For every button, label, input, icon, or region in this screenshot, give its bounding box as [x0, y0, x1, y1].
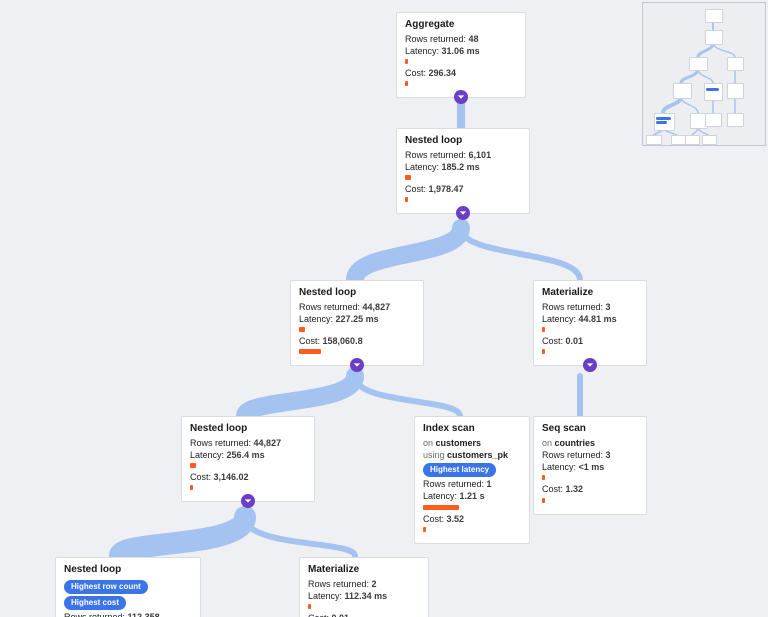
minimap-node: [705, 30, 723, 45]
cost-line: Cost: 1,978.47: [405, 184, 521, 195]
rows-line: Rows returned: 48: [405, 34, 517, 45]
latency-line: Latency: <1 ms: [542, 462, 638, 473]
minimap-node: [705, 9, 723, 23]
latency-line: Latency: 1.21 s: [423, 491, 521, 502]
rows-line: Rows returned: 44,827: [190, 438, 306, 449]
latency-line: Latency: 185.2 ms: [405, 162, 521, 173]
latency-line: Latency: 256.4 ms: [190, 450, 306, 461]
cost-bar: [190, 485, 193, 490]
rows-line: Rows returned: 3: [542, 302, 638, 313]
badge-highest-latency: Highest latency: [423, 463, 496, 477]
latency-bar: [423, 505, 459, 510]
latency-bar: [299, 327, 305, 332]
node-title: Index scan: [423, 423, 521, 436]
node-index-scan[interactable]: Index scan on customers using customers_…: [414, 416, 530, 544]
node-title: Aggregate: [405, 19, 517, 32]
minimap-badge: [706, 88, 719, 91]
node-title: Nested loop: [405, 135, 521, 148]
chevron-down-icon[interactable]: [583, 358, 597, 372]
minimap[interactable]: [642, 2, 766, 146]
badge-highest-row-count: Highest row count: [64, 580, 148, 594]
cost-line: Cost: 158,060.8: [299, 336, 415, 347]
cost-bar: [542, 349, 545, 354]
cost-bar: [423, 527, 426, 532]
node-nested-loop-3[interactable]: Nested loop Rows returned: 44,827 Latenc…: [181, 416, 315, 502]
using-line: using customers_pk: [423, 450, 521, 461]
latency-line: Latency: 112.34 ms: [308, 591, 420, 602]
latency-bar: [405, 175, 411, 180]
latency-bar: [308, 604, 311, 609]
chevron-down-icon[interactable]: [350, 358, 364, 372]
minimap-node: [673, 83, 692, 99]
rows-line: Rows returned: 44,827: [299, 302, 415, 313]
minimap-node: [727, 57, 744, 71]
latency-line: Latency: 31.06 ms: [405, 46, 517, 57]
node-title: Materialize: [308, 564, 420, 577]
minimap-node: [685, 135, 700, 145]
chevron-down-icon[interactable]: [456, 206, 470, 220]
rows-line: Rows returned: 3: [542, 450, 638, 461]
node-title: Materialize: [542, 287, 638, 300]
latency-line: Latency: 44.81 ms: [542, 314, 638, 325]
cost-line: Cost: 0.01: [308, 613, 420, 617]
cost-bar: [299, 349, 321, 354]
rows-line: Rows returned: 6,101: [405, 150, 521, 161]
minimap-node: [689, 57, 708, 71]
node-nested-loop-1[interactable]: Nested loop Rows returned: 6,101 Latency…: [396, 128, 530, 214]
rows-line: Rows returned: 2: [308, 579, 420, 590]
node-title: Seq scan: [542, 423, 638, 436]
minimap-node: [702, 135, 717, 145]
cost-line: Cost: 296.34: [405, 68, 517, 79]
node-nested-loop-4[interactable]: Nested loop Highest row count Highest co…: [55, 557, 201, 617]
cost-line: Cost: 3.52: [423, 514, 521, 525]
cost-line: Cost: 0.01: [542, 336, 638, 347]
node-materialize-2[interactable]: Materialize Rows returned: 2 Latency: 11…: [299, 557, 429, 617]
minimap-node: [646, 135, 662, 145]
latency-bar: [405, 59, 408, 64]
cost-bar: [405, 81, 408, 86]
minimap-node: [727, 83, 744, 99]
minimap-node: [705, 113, 722, 127]
rows-line: Rows returned: 112,358: [64, 612, 192, 617]
node-aggregate[interactable]: Aggregate Rows returned: 48 Latency: 31.…: [396, 12, 526, 98]
minimap-node: [704, 83, 723, 101]
cost-bar: [542, 498, 545, 503]
minimap-badge: [656, 121, 667, 124]
node-nested-loop-2[interactable]: Nested loop Rows returned: 44,827 Latenc…: [290, 280, 424, 366]
node-title: Nested loop: [299, 287, 415, 300]
latency-bar: [190, 463, 196, 468]
latency-line: Latency: 227.25 ms: [299, 314, 415, 325]
node-title: Nested loop: [64, 564, 192, 577]
cost-line: Cost: 1.32: [542, 484, 638, 495]
node-seq-scan[interactable]: Seq scan on countries Rows returned: 3 L…: [533, 416, 647, 515]
node-materialize-1[interactable]: Materialize Rows returned: 3 Latency: 44…: [533, 280, 647, 366]
latency-bar: [542, 475, 545, 480]
minimap-node: [727, 113, 744, 127]
on-line: on countries: [542, 438, 638, 449]
chevron-down-icon[interactable]: [241, 494, 255, 508]
cost-line: Cost: 3,146.02: [190, 472, 306, 483]
cost-bar: [405, 197, 408, 202]
minimap-node: [671, 135, 686, 145]
latency-bar: [542, 327, 545, 332]
rows-line: Rows returned: 1: [423, 479, 521, 490]
node-title: Nested loop: [190, 423, 306, 436]
badge-highest-cost: Highest cost: [64, 596, 126, 610]
chevron-down-icon[interactable]: [454, 90, 468, 104]
on-line: on customers: [423, 438, 521, 449]
minimap-badge: [656, 117, 671, 120]
